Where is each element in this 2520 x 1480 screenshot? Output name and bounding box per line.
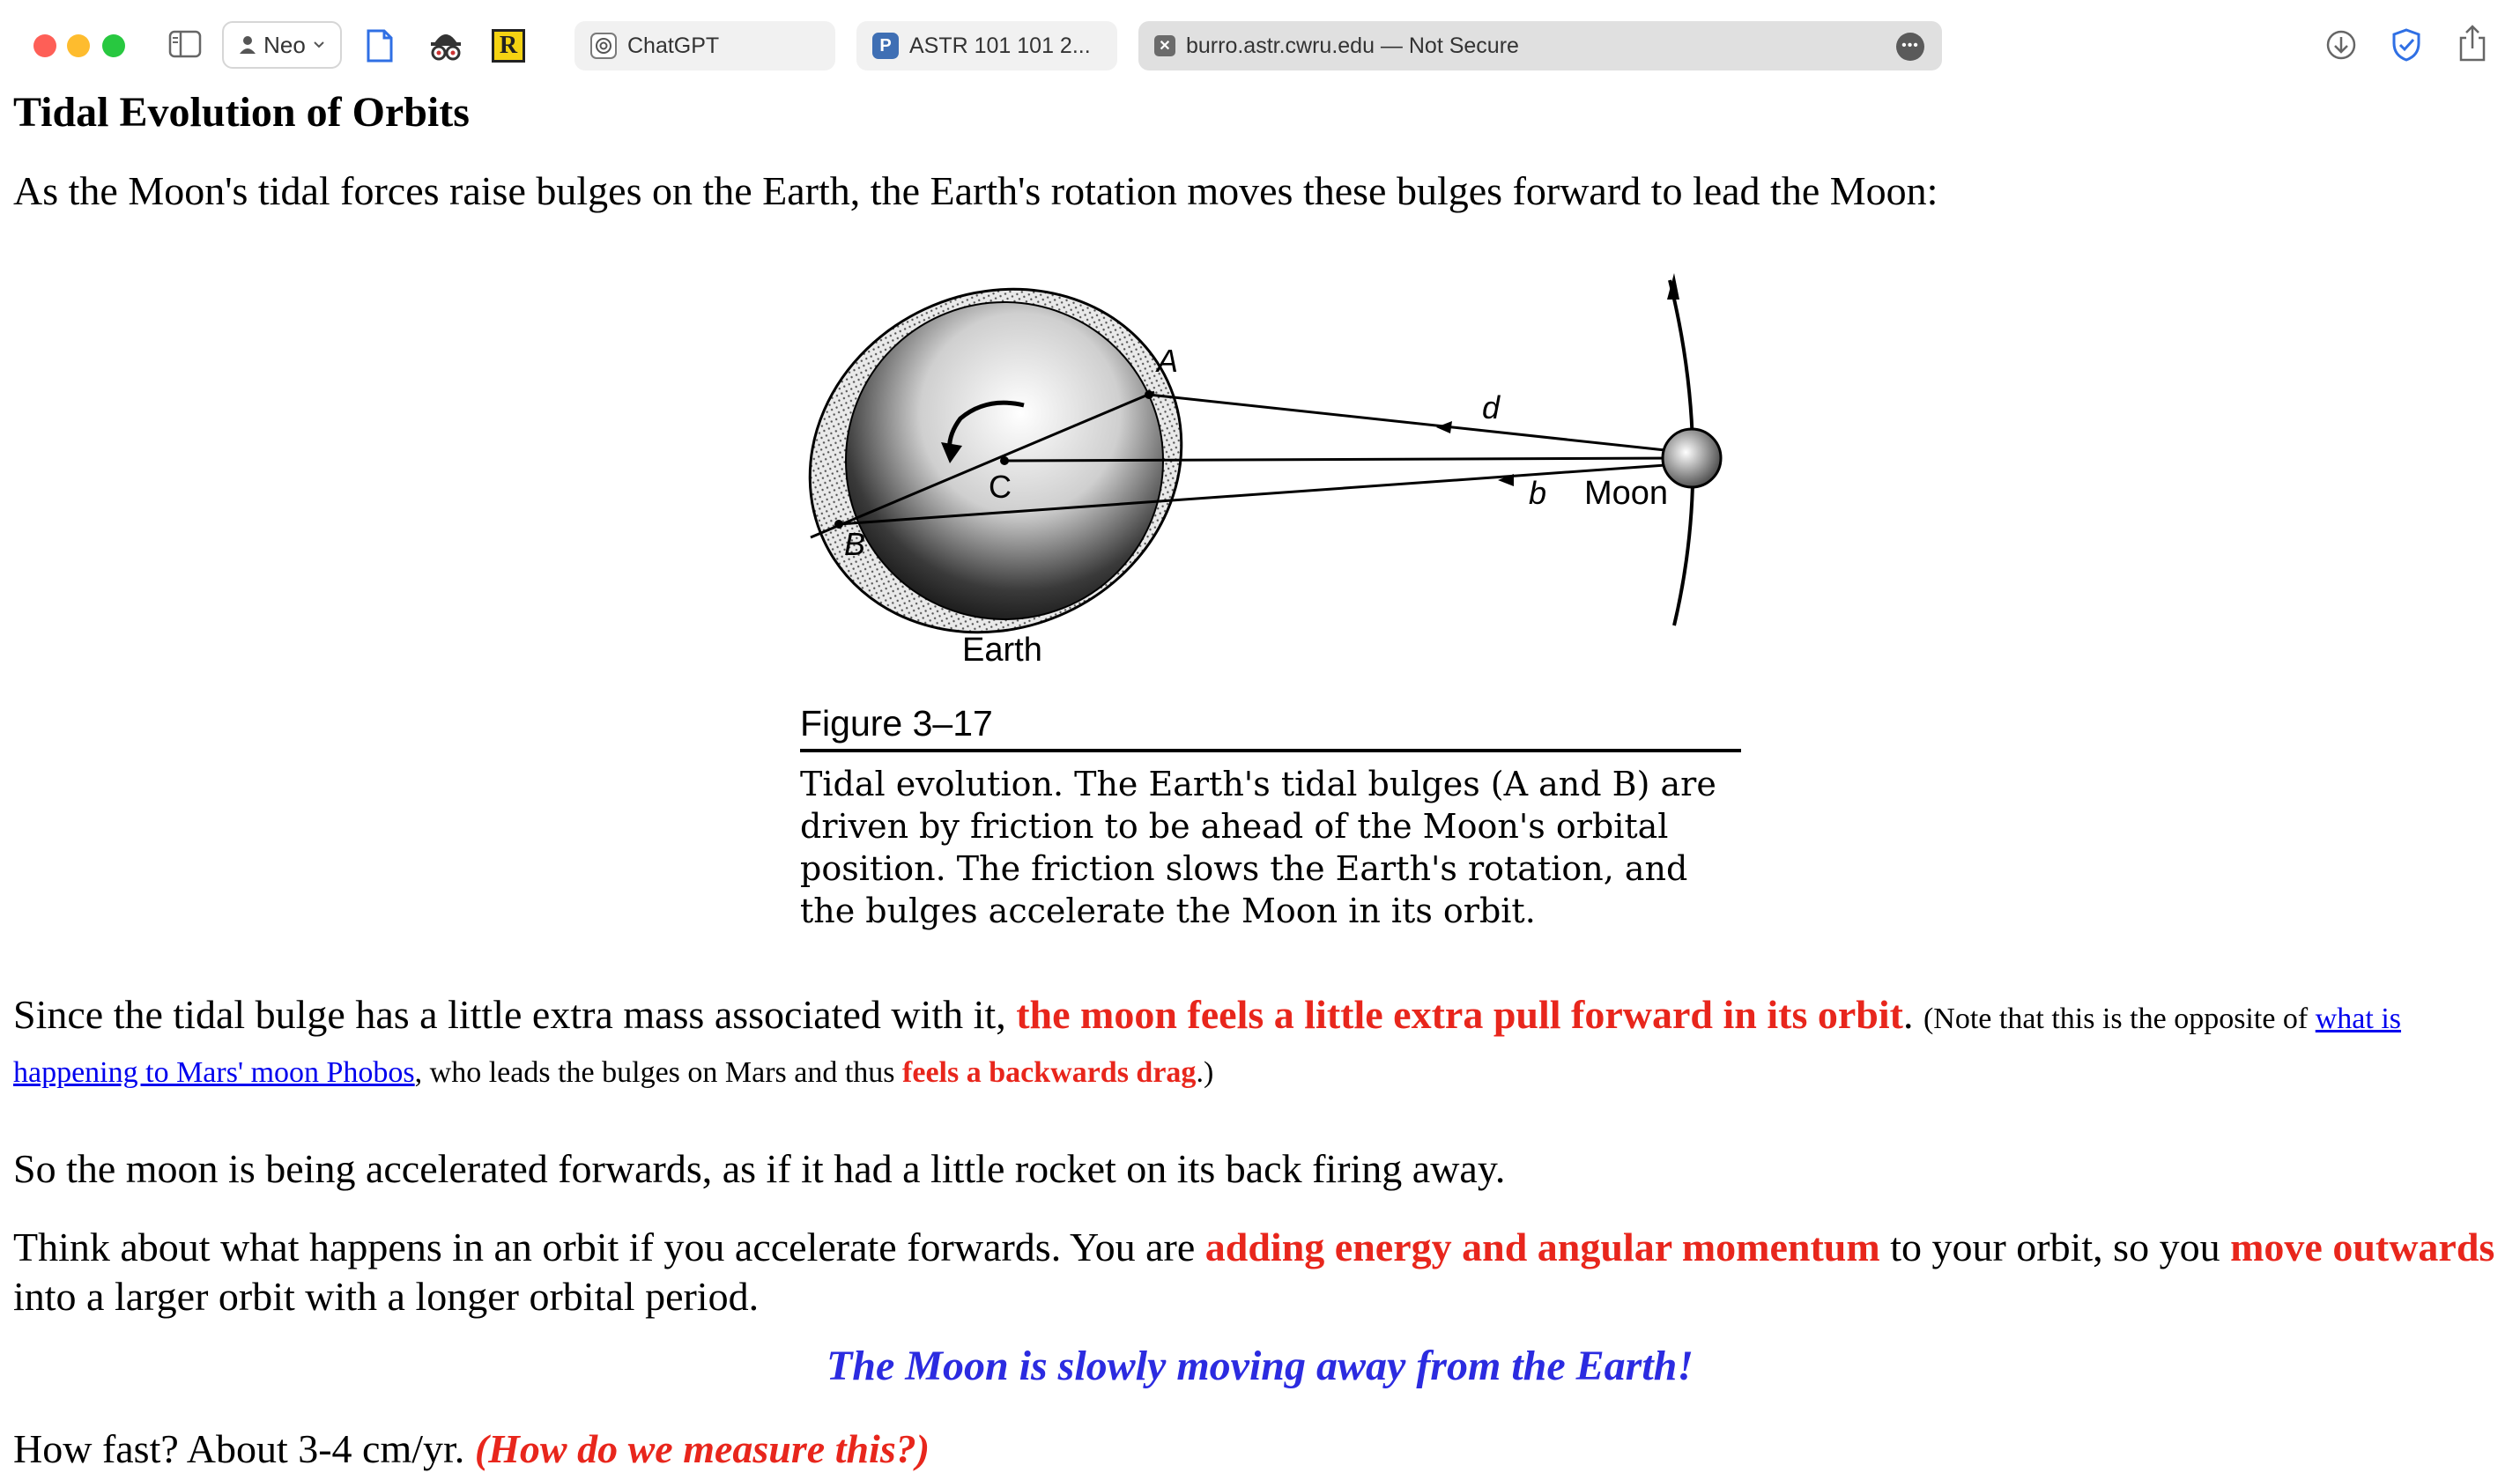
- label-c: C: [989, 469, 1012, 505]
- document-icon[interactable]: [363, 26, 397, 65]
- text: into a larger orbit with a longer orbita…: [13, 1274, 760, 1319]
- label-earth: Earth: [962, 632, 1042, 669]
- profile-button[interactable]: Neo: [222, 21, 342, 69]
- orbit-arrow: [1667, 273, 1679, 300]
- question-measure: (How do we measure this?): [474, 1426, 930, 1471]
- label-d: d: [1482, 389, 1501, 426]
- highlight-backwards-drag: feels a backwards drag: [902, 1056, 1197, 1089]
- highlight-pull-forward: the moon feels a little extra pull forwa…: [1016, 992, 1903, 1037]
- close-tab-icon[interactable]: ✕: [1154, 35, 1175, 56]
- download-icon[interactable]: [2324, 28, 2358, 62]
- sidebar-toggle-icon[interactable]: [167, 28, 203, 60]
- tab-label: ASTR 101 101 2...: [909, 33, 1091, 58]
- moon-shape: [1661, 427, 1723, 489]
- label-b-point: B: [844, 526, 865, 562]
- spy-icon[interactable]: [426, 28, 465, 63]
- highlight-move-outwards: move outwards: [2230, 1225, 2495, 1269]
- figure-caption: Tidal evolution. The Earth's tidal bulge…: [800, 765, 1716, 930]
- center-dot: [1000, 456, 1009, 465]
- note-end: .): [1196, 1056, 1214, 1089]
- browser-toolbar: Neo R ChatGPT P ASTR 101 101 2... ✕ burr…: [0, 0, 2520, 88]
- paragraph-how-fast: How fast? About 3-4 cm/yr. (How do we me…: [13, 1424, 2502, 1474]
- page-title: Tidal Evolution of Orbits: [13, 89, 470, 136]
- note-mid: , who leads the bulges on Mars and thus: [414, 1056, 903, 1089]
- tab-burro[interactable]: ✕ burro.astr.cwru.edu — Not Secure •••: [1138, 21, 1942, 70]
- person-icon: [240, 36, 256, 54]
- share-icon[interactable]: [2457, 23, 2488, 63]
- paragraph-orbit: Think about what happens in an orbit if …: [13, 1223, 2502, 1321]
- label-a: A: [1155, 343, 1178, 379]
- text: How fast? About 3-4 cm/yr.: [13, 1426, 475, 1471]
- line-d: [1148, 393, 1691, 455]
- figure-tidal-evolution: A B C d b Moon Earth Figure 3–17 Tidal e…: [793, 185, 1780, 951]
- maximize-window-button[interactable]: [102, 34, 125, 57]
- address-bar-text[interactable]: burro.astr.cwru.edu — Not Secure: [1186, 33, 1519, 59]
- text: Think about what happens in an orbit if …: [13, 1225, 1205, 1269]
- r-badge-icon[interactable]: R: [492, 29, 525, 63]
- label-moon: Moon: [1584, 475, 1668, 512]
- text: Since the tidal bulge has a little extra…: [13, 992, 1017, 1037]
- bulge-b-dot: [834, 520, 843, 529]
- chevron-down-icon: [314, 41, 324, 48]
- figure-heading: Figure 3–17: [800, 703, 993, 744]
- text: to your orbit, so you: [1879, 1225, 2231, 1269]
- arrow-d: [1436, 421, 1452, 433]
- note-start: (Note that this is the opposite of: [1923, 1003, 2316, 1035]
- tagline: The Moon is slowly moving away from the …: [826, 1343, 1694, 1389]
- tab-label: ChatGPT: [627, 33, 720, 58]
- p-icon: P: [872, 33, 899, 59]
- tab-chatgpt[interactable]: ChatGPT: [574, 21, 835, 70]
- chatgpt-icon: [590, 33, 617, 59]
- more-icon[interactable]: •••: [1896, 33, 1924, 61]
- tidal-diagram: A B C d b Moon Earth: [808, 273, 1723, 669]
- highlight-energy: adding energy and angular momentum: [1204, 1225, 1880, 1269]
- figure-divider: [800, 749, 1741, 752]
- minimize-window-button[interactable]: [67, 34, 90, 57]
- tab-astr101[interactable]: P ASTR 101 101 2...: [856, 21, 1117, 70]
- profile-name: Neo: [263, 31, 306, 58]
- bulge-a-dot: [1145, 390, 1153, 399]
- paragraph-tidal-bulge: Since the tidal bulge has a little extra…: [13, 990, 2502, 1098]
- shield-check-icon[interactable]: [2390, 26, 2423, 63]
- paragraph-rocket: So the moon is being accelerated forward…: [13, 1146, 1506, 1191]
- label-b: b: [1529, 475, 1546, 511]
- text: .: [1902, 992, 1923, 1037]
- close-window-button[interactable]: [33, 34, 56, 57]
